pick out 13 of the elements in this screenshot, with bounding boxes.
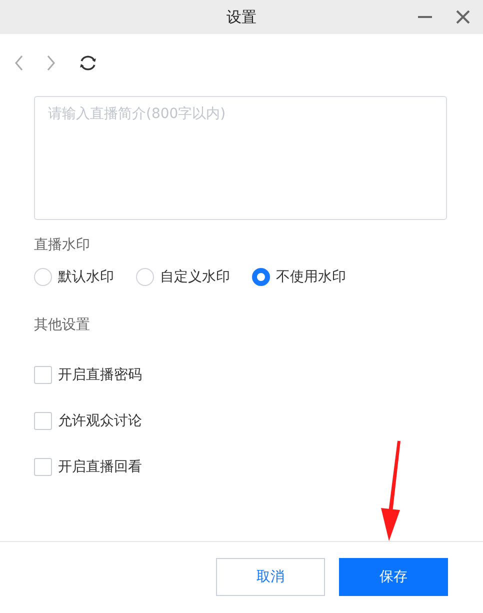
radio-option[interactable]: 不使用水印	[252, 268, 346, 286]
radio-option[interactable]: 默认水印	[34, 268, 114, 286]
cancel-button[interactable]: 取消	[216, 558, 325, 596]
section-label: 直播水印	[34, 236, 90, 254]
radio-option[interactable]: 自定义水印	[136, 268, 230, 286]
section-label: 其他设置	[34, 316, 91, 334]
checkbox-option[interactable]: 开启直播回看	[34, 458, 447, 476]
description-field[interactable]: 请输入直播简介(800字以内)	[34, 96, 447, 220]
refresh-icon[interactable]	[78, 53, 98, 73]
checkbox-option[interactable]: 允许观众讨论	[34, 412, 447, 430]
window-title: 设置	[226, 8, 256, 26]
checkbox-option[interactable]: 开启直播密码	[34, 366, 447, 384]
save-button[interactable]: 保存	[339, 558, 448, 596]
